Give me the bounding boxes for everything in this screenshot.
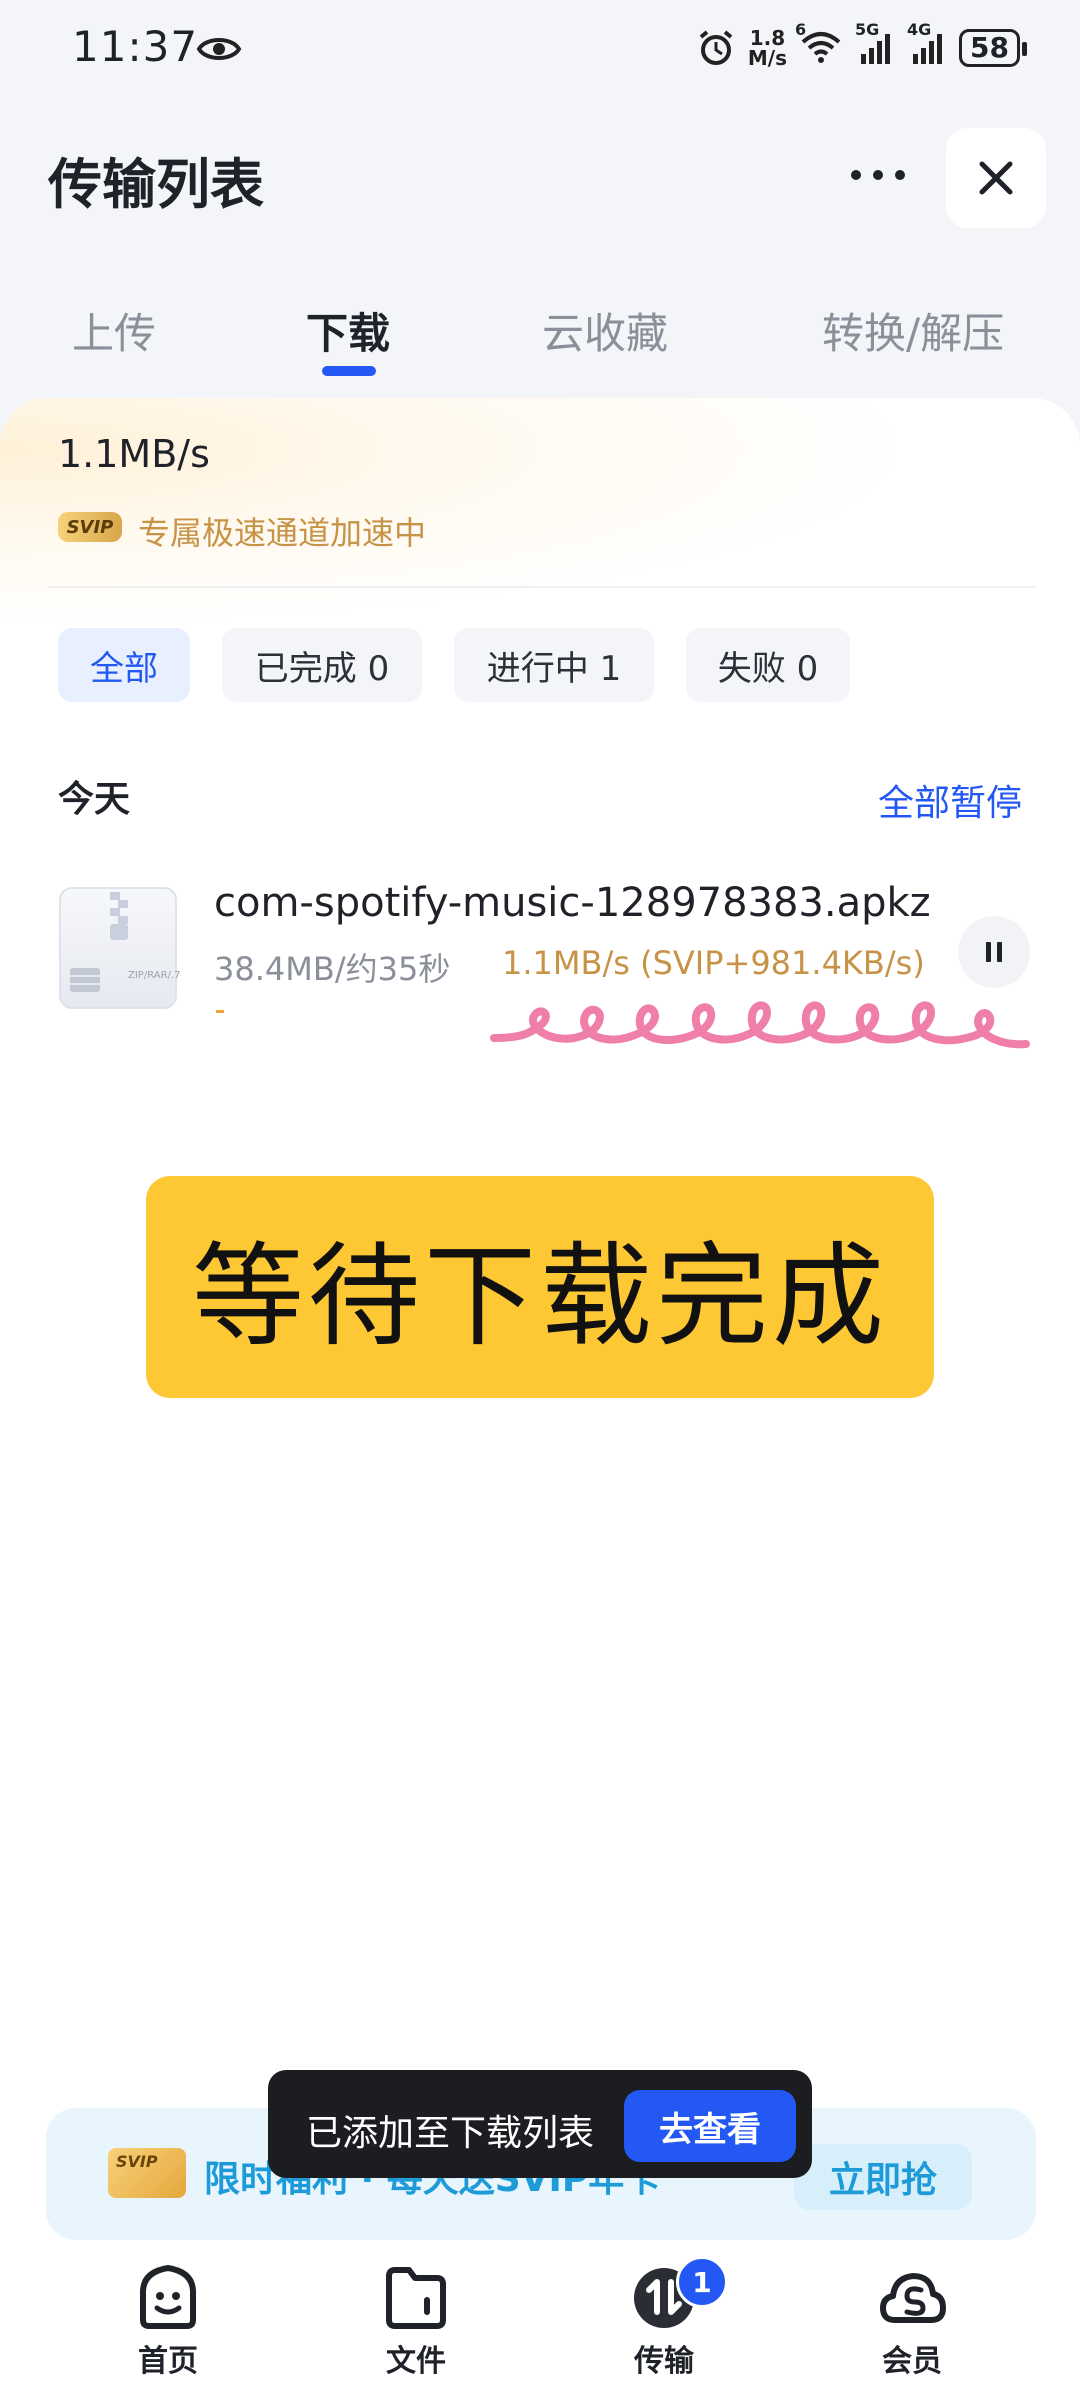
pause-button[interactable] (958, 916, 1030, 988)
transfer-count-badge: 1 (676, 2256, 728, 2308)
nav-files[interactable]: 文件 (346, 2262, 486, 2382)
toast-view-button[interactable]: 去查看 (624, 2090, 796, 2162)
alarm-icon (699, 30, 733, 65)
filter-in-progress[interactable]: 进行中 1 (454, 628, 654, 702)
file-name: com-spotify-music-128978383.apkz (214, 880, 931, 926)
filter-completed[interactable]: 已完成 0 (222, 628, 422, 702)
signal-5g-icon: 5G (855, 20, 895, 70)
pause-icon (986, 942, 1002, 962)
page-title: 传输列表 (48, 153, 264, 216)
svip-badge: SVIP (58, 512, 122, 542)
more-icon[interactable] (846, 160, 910, 190)
tab-indicator (322, 366, 376, 376)
nav-vip[interactable]: 会员 (842, 2262, 982, 2382)
battery-indicator: 58 (959, 29, 1027, 67)
status-icons: 1.8 M/s 6 5G 4G 58 (696, 20, 1027, 70)
folder-icon (386, 2267, 446, 2329)
svip-card-icon: SVIP (108, 2148, 186, 2198)
toast-text: 已添加至下载列表 (306, 2113, 595, 2154)
filter-failed[interactable]: 失败 0 (686, 628, 850, 702)
nav-label: 传输 (634, 2344, 694, 2379)
pink-squiggle-decoration (490, 1001, 1030, 1049)
signal-4g-icon: 4G (907, 20, 947, 70)
zip-icon-label: ZIP/RAR/.7Z (128, 970, 180, 981)
divider (48, 586, 1036, 588)
nav-label: 首页 (138, 2344, 198, 2379)
file-size-eta: 38.4MB/约35秒 (214, 950, 451, 988)
tab-cloud-collect[interactable]: 云收藏 (542, 300, 668, 361)
svip-accel-text: 专属极速通道加速中 (138, 514, 427, 552)
wifi-badge: 6 (795, 20, 807, 39)
wait-banner: 等待下载完成 (146, 1176, 934, 1398)
nav-label: 文件 (386, 2344, 446, 2379)
wifi-icon: 6 (795, 20, 843, 70)
file-speed: 1.1MB/s (SVIP+981.4KB/s) (502, 944, 925, 982)
tab-download[interactable]: 下载 (306, 300, 390, 361)
close-button[interactable] (946, 128, 1046, 228)
eye-icon (196, 38, 242, 60)
home-face-icon (140, 2265, 196, 2329)
nav-label: 会员 (882, 2344, 942, 2379)
tab-upload[interactable]: 上传 (72, 300, 156, 361)
progress-bar (216, 1010, 224, 1013)
zip-file-icon: ZIP/RAR/.7Z (59, 887, 180, 1009)
total-speed: 1.1MB/s (58, 432, 210, 476)
pause-all-button[interactable]: 全部暂停 (878, 774, 1022, 826)
close-icon (979, 161, 1013, 195)
vip-cloud-icon (880, 2273, 946, 2323)
status-time: 11:37 (72, 22, 199, 71)
section-title: 今天 (58, 779, 131, 820)
net-speed: 1.8 M/s (747, 26, 788, 70)
promo-grab-button[interactable]: 立即抢 (794, 2144, 972, 2210)
filter-all[interactable]: 全部 (58, 628, 190, 702)
tab-convert-unzip[interactable]: 转换/解压 (822, 300, 1004, 361)
nav-home[interactable]: 首页 (98, 2262, 238, 2382)
